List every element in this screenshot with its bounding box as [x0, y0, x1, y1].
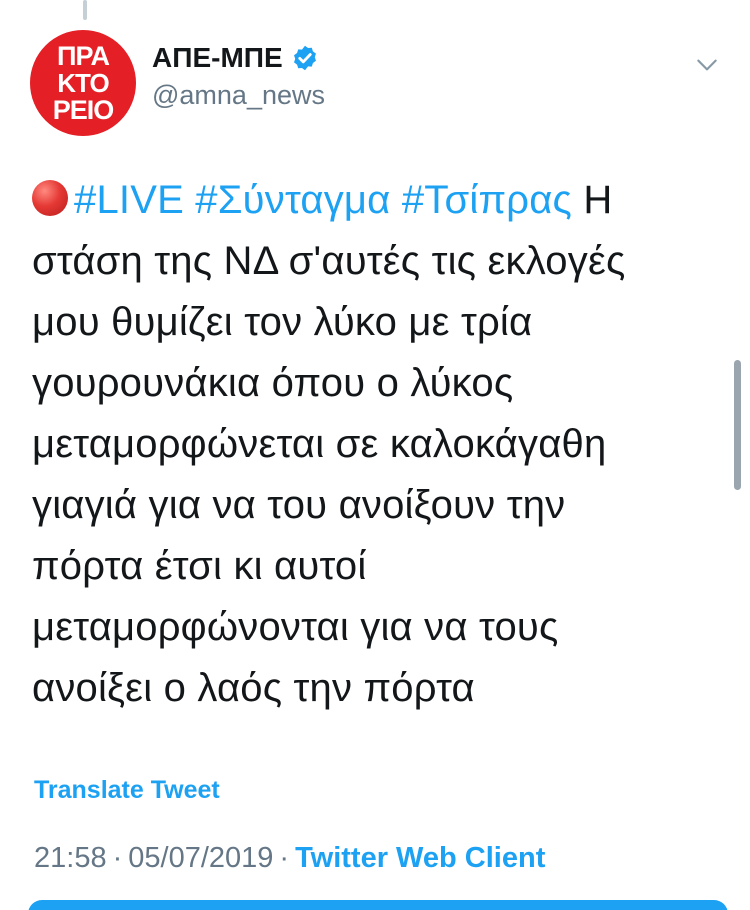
avatar[interactable]: ΠΡΑ ΚΤΟ ΡΕΙΟ	[30, 30, 136, 136]
author-info[interactable]: ΑΠΕ-ΜΠΕ @amna_news	[152, 40, 325, 111]
red-circle-icon	[32, 180, 68, 216]
avatar-text-line-3: ΡΕΙΟ	[52, 94, 115, 125]
tweet-text: #LIVE #Σύνταγμα #Τσίπρας Η στάση της ΝΔ …	[32, 170, 722, 719]
tweet-metadata: 21:58 · 05/07/2019 · Twitter Web Client	[34, 842, 545, 875]
tweet-text-line-5: μεταμορφώνεται σε καλοκάγαθη	[32, 422, 607, 466]
tweet-text-line-2: στάση της ΝΔ σ'αυτές τις εκλογές	[32, 239, 626, 283]
tweet-time[interactable]: 21:58	[34, 842, 107, 874]
tweet-text-line-4: γουρουνάκια όπου ο λύκος	[32, 361, 514, 405]
tweet-text-line-6: γιαγιά για να του ανοίξουν την	[32, 483, 566, 527]
avatar-text-line-2: ΚΤΟ	[57, 67, 109, 98]
translate-tweet-link[interactable]: Translate Tweet	[34, 776, 220, 805]
thread-connector-line	[83, 0, 87, 20]
meta-separator: ·	[112, 842, 123, 874]
bottom-action-bar[interactable]	[28, 900, 728, 910]
tweet-text-line-9: ανοίξει ο λαός την πόρτα	[32, 666, 475, 710]
hashtag-syntagma[interactable]: #Σύνταγμα	[195, 178, 390, 222]
tweet-source-link[interactable]: Twitter Web Client	[295, 842, 545, 874]
tweet-date[interactable]: 05/07/2019	[128, 842, 273, 874]
tweet-text-line-1: #LIVE #Σύνταγμα #Τσίπρας Η	[32, 170, 722, 231]
scrollbar-thumb[interactable]	[734, 360, 741, 490]
tweet-header: ΠΡΑ ΚΤΟ ΡΕΙΟ ΑΠΕ-ΜΠΕ @amna_news	[30, 30, 730, 136]
meta-separator: ·	[279, 842, 290, 874]
user-handle[interactable]: @amna_news	[152, 80, 325, 111]
tweet-text-fragment: Η	[572, 178, 613, 222]
chevron-down-icon[interactable]	[694, 52, 720, 78]
tweet-text-line-3: μου θυμίζει τον λύκο με τρία	[32, 300, 533, 344]
display-name-row: ΑΠΕ-ΜΠΕ	[152, 40, 325, 76]
tweet-text-line-7: πόρτα έτσι κι αυτοί	[32, 544, 367, 588]
hashtag-live[interactable]: #LIVE	[74, 178, 184, 222]
display-name[interactable]: ΑΠΕ-ΜΠΕ	[152, 42, 283, 74]
verified-badge-icon	[293, 45, 316, 71]
tweet-detail: ΠΡΑ ΚΤΟ ΡΕΙΟ ΑΠΕ-ΜΠΕ @amna_news #LIVE #Σ…	[0, 0, 750, 910]
tweet-text-line-8: μεταμορφώνονται για να τους	[32, 605, 559, 649]
hashtag-tsipras[interactable]: #Τσίπρας	[402, 178, 572, 222]
avatar-text-line-1: ΠΡΑ	[56, 40, 110, 71]
